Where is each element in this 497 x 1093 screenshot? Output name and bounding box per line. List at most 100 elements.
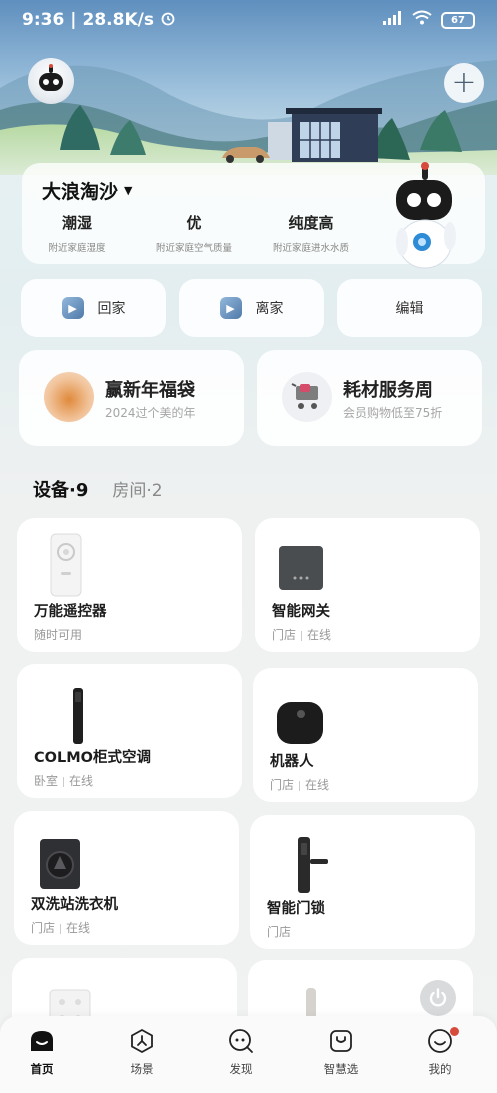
device-status-line: 门店 在线 [272, 626, 331, 643]
remote-control-image [37, 532, 97, 598]
home-icon [29, 1028, 55, 1054]
separator [60, 923, 62, 934]
device-name: 双洗站洗衣机 [31, 897, 118, 913]
add-button[interactable]: + [444, 63, 484, 103]
stat-humidity: 潮湿 附近家庭湿度 [22, 212, 132, 254]
status-divider: | [70, 10, 77, 30]
status-bar: 9:36 | 28.8K/s 67 [0, 0, 497, 40]
avatar[interactable] [28, 58, 74, 104]
robot-mascot-image [386, 162, 466, 272]
stat-value: 优 [186, 214, 202, 232]
shop-icon [328, 1028, 354, 1054]
promo-subtitle: 会员购物低至75折 [343, 406, 443, 420]
away-scene-button[interactable]: ▶ 离家 [179, 279, 324, 337]
promo-consumables-week[interactable]: 耗材服务周 会员购物低至75折 [257, 350, 482, 446]
device-card-air-conditioner[interactable]: COLMO柜式空调 卧室 在线 [17, 664, 242, 798]
scene-icon [129, 1028, 155, 1054]
nav-home[interactable]: 首页 [7, 1028, 77, 1077]
home-scene-label: 回家 [97, 301, 126, 317]
device-room: 随时可用 [34, 628, 83, 642]
nav-label: 智慧选 [323, 1062, 359, 1076]
device-status-line: 卧室 在线 [34, 772, 93, 789]
device-status-line: 随时可用 [34, 626, 82, 643]
nav-label: 场景 [130, 1062, 154, 1076]
robot-vacuum-image [273, 682, 333, 748]
device-room: 门店 [31, 921, 56, 935]
play-icon: ▶ [61, 297, 84, 319]
shopping-cart-icon [282, 372, 332, 422]
device-room-tabs: 设备·9 房间·2 [33, 476, 163, 502]
play-icon: ▶ [219, 297, 242, 319]
promo-title: 耗材服务周 [343, 380, 433, 401]
device-card-robot[interactable]: 机器人 门店 在线 [253, 668, 478, 802]
device-status: 在线 [305, 778, 330, 792]
nav-label: 发现 [229, 1062, 253, 1076]
home-scene-button[interactable]: ▶ 回家 [21, 279, 166, 337]
tab-devices[interactable]: 设备·9 [33, 476, 88, 502]
alarm-icon [160, 10, 176, 31]
discover-icon [228, 1028, 254, 1054]
separator [63, 776, 65, 787]
home-selector[interactable]: 大浪淘沙 ▼ [42, 177, 132, 204]
dropdown-triangle-icon: ▼ [124, 184, 133, 197]
device-name: COLMO柜式空调 [34, 750, 151, 766]
power-icon [429, 988, 447, 1007]
promo-subtitle: 2024过个美的年 [105, 406, 196, 420]
stat-label: 附近家庭湿度 [48, 243, 106, 254]
device-status-line: 门店 在线 [270, 776, 329, 793]
battery-indicator: 67 [441, 11, 475, 29]
promo-new-year-bag[interactable]: 赢新年福袋 2024过个美的年 [19, 350, 244, 446]
device-card-remote[interactable]: 万能遥控器 随时可用 [17, 518, 242, 652]
gateway-image [275, 532, 335, 598]
stat-value: 纯度高 [288, 214, 334, 232]
network-speed: 28.8K/s [82, 10, 154, 30]
bottom-navigation: 首页 场景 发现 智慧选 我的 [0, 1016, 497, 1093]
home-name: 大浪淘沙 [42, 181, 119, 203]
signal-icon [383, 10, 403, 30]
device-name: 智能门锁 [267, 901, 325, 917]
nav-profile[interactable]: 我的 [405, 1028, 475, 1077]
notification-dot [450, 1027, 459, 1036]
device-room: 门店 [270, 778, 295, 792]
lucky-bag-icon [44, 372, 94, 422]
nav-scene[interactable]: 场景 [107, 1028, 177, 1077]
separator [299, 780, 301, 791]
nav-smart-select[interactable]: 智慧选 [306, 1028, 376, 1077]
device-room: 门店 [272, 628, 297, 642]
device-status: 在线 [69, 774, 94, 788]
promo-title: 赢新年福袋 [105, 380, 195, 401]
nav-discover[interactable]: 发现 [206, 1028, 276, 1077]
device-status: 在线 [307, 628, 332, 642]
away-scene-label: 离家 [255, 301, 284, 317]
status-time: 9:36 [22, 10, 65, 30]
stat-label: 附近家庭空气质量 [155, 243, 232, 254]
wifi-icon [412, 10, 432, 30]
device-status: 在线 [66, 921, 91, 935]
device-room: 门店 [267, 925, 292, 939]
separator [301, 630, 303, 641]
stat-label: 附近家庭进水水质 [272, 243, 349, 254]
nav-label: 我的 [428, 1062, 452, 1076]
door-lock-image [270, 829, 330, 895]
device-card-door-lock[interactable]: 智能门锁 门店 [250, 815, 475, 949]
device-room: 卧室 [34, 774, 59, 788]
device-name: 机器人 [270, 754, 314, 770]
stat-value: 潮湿 [61, 214, 92, 232]
device-card-gateway[interactable]: 智能网关 门店 在线 [255, 518, 480, 652]
power-button[interactable] [420, 980, 456, 1016]
device-status-line: 门店 在线 [31, 919, 90, 936]
robot-avatar-icon [39, 64, 63, 91]
air-conditioner-image [37, 678, 97, 744]
edit-button[interactable]: 编辑 [337, 279, 482, 337]
washing-machine-image [34, 825, 94, 891]
device-card-washer[interactable]: 双洗站洗衣机 门店 在线 [14, 811, 239, 945]
device-name: 万能遥控器 [34, 604, 107, 620]
tab-rooms[interactable]: 房间·2 [112, 476, 162, 501]
plus-icon: + [451, 65, 477, 100]
nav-label: 首页 [30, 1062, 54, 1076]
stat-water-quality: 纯度高 附近家庭进水水质 [256, 212, 366, 254]
device-status-line: 门店 [267, 923, 291, 940]
stat-air-quality: 优 附近家庭空气质量 [139, 212, 249, 254]
edit-label: 编辑 [395, 301, 424, 317]
device-name: 智能网关 [272, 604, 330, 620]
